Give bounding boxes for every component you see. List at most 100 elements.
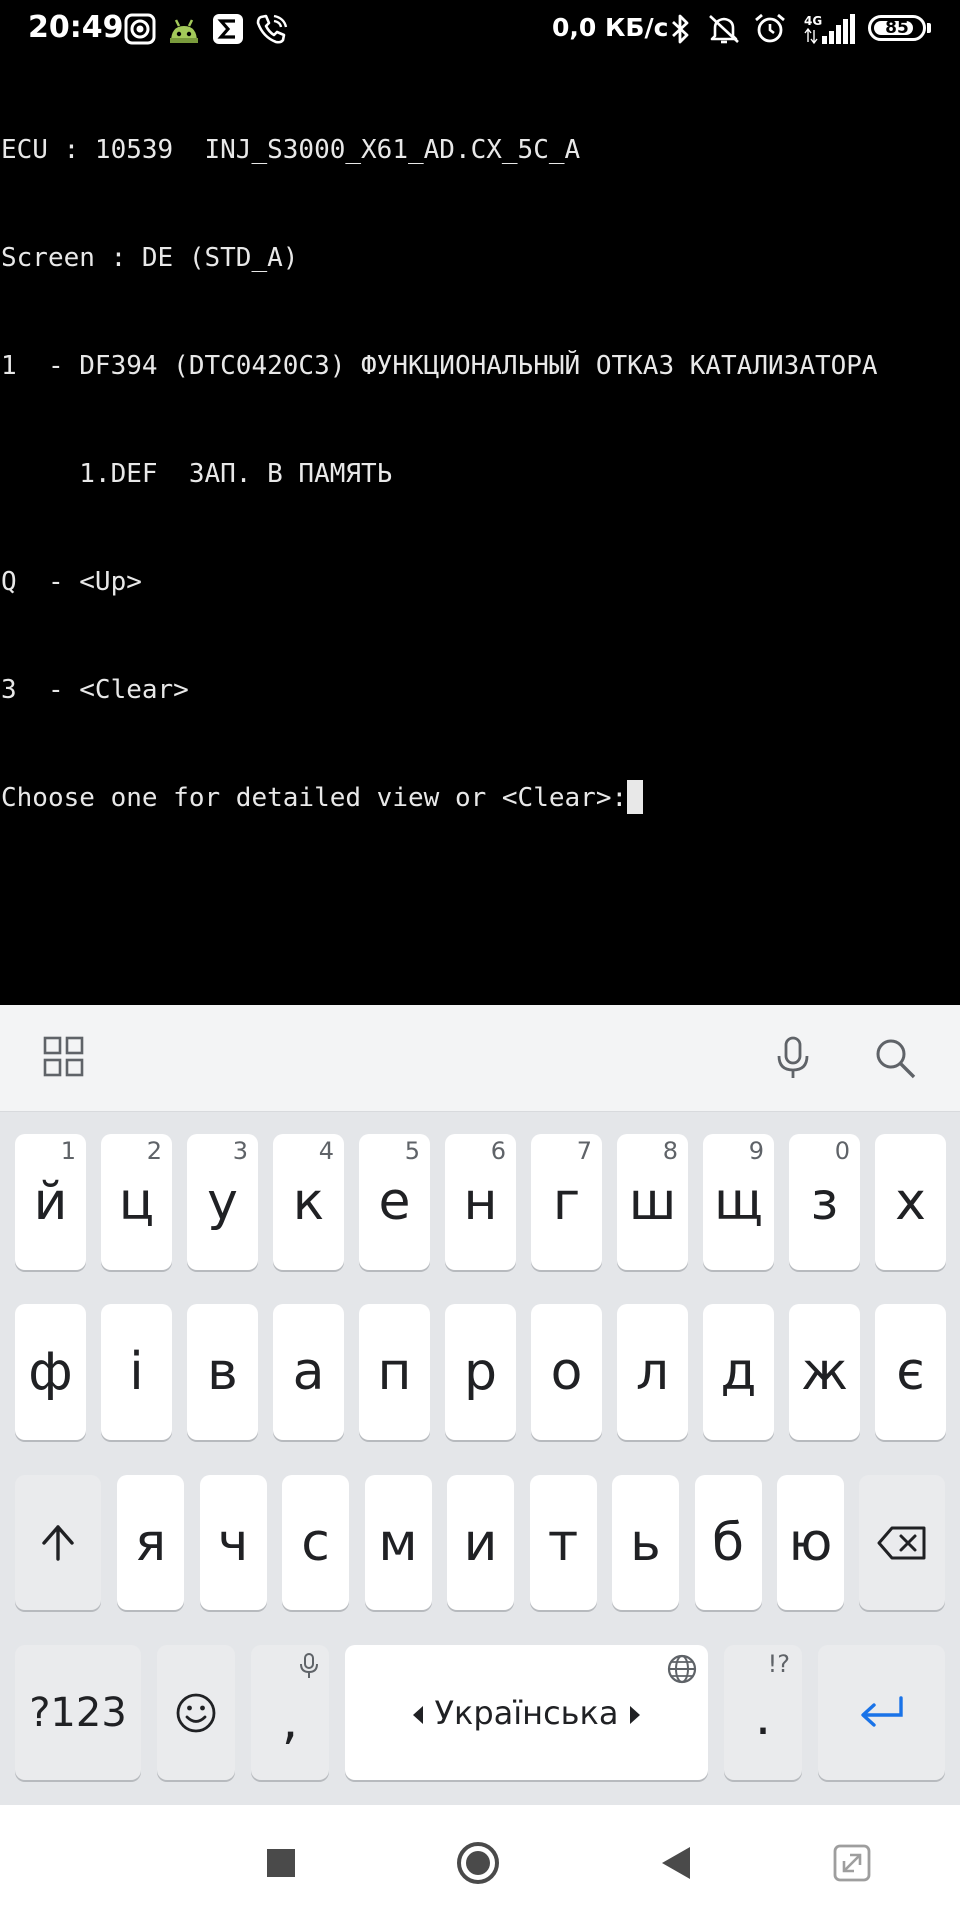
key-label: с — [301, 1512, 330, 1573]
key-number-hint: 1 — [60, 1137, 76, 1165]
voice-hint-icon — [300, 1653, 318, 1678]
backspace-key[interactable] — [859, 1475, 945, 1610]
screen-record-icon — [124, 13, 156, 45]
key-label: ь — [630, 1512, 661, 1573]
key-8-row2[interactable]: л — [617, 1304, 688, 1440]
android-icon — [170, 19, 198, 43]
key-4-row3[interactable]: м — [364, 1475, 432, 1610]
terminal-line-ecu: ECU : 10539 INJ_S3000_X61_AD.CX_5C_A — [1, 135, 581, 165]
key-number-hint: 4 — [318, 1137, 334, 1165]
key-3-row2[interactable]: в — [187, 1304, 258, 1440]
key-5-row2[interactable]: п — [359, 1304, 430, 1440]
key-number-hint: 5 — [404, 1137, 420, 1165]
space-bar[interactable]: Українська — [345, 1645, 708, 1780]
comma-key[interactable]: , — [251, 1645, 329, 1780]
bluetooth-icon — [672, 14, 689, 44]
status-time: 20:49 — [28, 10, 124, 45]
key-11-row1[interactable]: х — [875, 1134, 946, 1270]
key-label: я — [134, 1512, 167, 1573]
key-label: ш — [628, 1172, 677, 1232]
backspace-icon — [877, 1526, 926, 1560]
mute-icon — [709, 15, 739, 44]
key-1-row3[interactable]: я — [117, 1475, 184, 1610]
key-8-row1[interactable]: 8ш — [617, 1134, 688, 1270]
key-label: в — [207, 1342, 238, 1402]
terminal-line-screen: Screen : DE (STD_A) — [1, 243, 299, 273]
key-label: п — [377, 1342, 412, 1402]
key-label: м — [378, 1512, 418, 1573]
terminal-output[interactable]: ECU : 10539 INJ_S3000_X61_AD.CX_5C_A Scr… — [0, 60, 960, 1005]
key-6-row1[interactable]: 6н — [445, 1134, 516, 1270]
key-7-row3[interactable]: ь — [612, 1475, 679, 1610]
key-label: х — [895, 1172, 926, 1232]
key-1-row2[interactable]: ф — [15, 1304, 86, 1440]
enter-key[interactable] — [818, 1645, 945, 1780]
key-label: о — [550, 1342, 583, 1402]
key-2-row1[interactable]: 2ц — [101, 1134, 172, 1270]
key-7-row1[interactable]: 7г — [531, 1134, 602, 1270]
period-key[interactable]: !? . — [724, 1645, 802, 1780]
globe-icon — [667, 1654, 697, 1684]
key-label: з — [810, 1172, 839, 1232]
key-label: а — [292, 1342, 325, 1402]
key-5-row3[interactable]: и — [447, 1475, 514, 1610]
key-10-row2[interactable]: ж — [789, 1304, 860, 1440]
key-1-row1[interactable]: 1й — [15, 1134, 86, 1270]
back-triangle-icon[interactable] — [654, 1841, 698, 1885]
shift-key[interactable] — [15, 1475, 101, 1610]
key-number-hint: 8 — [662, 1137, 678, 1165]
microphone-icon[interactable] — [770, 1035, 816, 1081]
key-7-row2[interactable]: о — [531, 1304, 602, 1440]
key-2-row3[interactable]: ч — [199, 1475, 267, 1610]
key-4-row1[interactable]: 4к — [273, 1134, 344, 1270]
key-9-row2[interactable]: д — [703, 1304, 774, 1440]
key-label: к — [292, 1172, 325, 1232]
key-5-row1[interactable]: 5е — [359, 1134, 430, 1270]
battery-tip — [927, 23, 931, 33]
enter-arrow-icon — [861, 1696, 903, 1727]
apps-grid-icon[interactable] — [42, 1035, 88, 1081]
key-3-row3[interactable]: с — [282, 1475, 349, 1610]
key-label: у — [207, 1172, 238, 1232]
key-2-row2[interactable]: і — [101, 1304, 172, 1440]
language-next-icon — [630, 1706, 640, 1724]
symbols-key-label: ?123 — [29, 1689, 127, 1736]
screen-expand-icon[interactable] — [830, 1841, 874, 1885]
symbols-key[interactable]: ?123 — [15, 1645, 141, 1780]
search-icon[interactable] — [872, 1035, 918, 1081]
key-4-row2[interactable]: а — [273, 1304, 344, 1440]
key-11-row2[interactable]: є — [875, 1304, 946, 1440]
terminal-line-up: Q - <Up> — [1, 567, 142, 597]
key-10-row1[interactable]: 0з — [789, 1134, 860, 1270]
key-6-row3[interactable]: т — [529, 1475, 597, 1610]
signal-icon: 4G — [804, 14, 855, 45]
key-label: й — [33, 1172, 68, 1232]
status-bar: 20:49 0,0 КБ/с 4G 85 — [0, 0, 960, 58]
network-type: 4G — [804, 14, 822, 28]
text-cursor — [627, 780, 644, 814]
terminal-prompt-line[interactable]: Choose one for detailed view or <Clear>: — [0, 780, 960, 816]
recents-square-icon[interactable] — [259, 1841, 303, 1885]
on-screen-keyboard: 1й2ц3у4к5е6н7г8ш9щ0зх фівапролджє ячсмит… — [0, 1005, 960, 1805]
key-8-row3[interactable]: б — [694, 1475, 762, 1610]
emoji-smile-icon — [176, 1693, 216, 1733]
key-number-hint: 7 — [576, 1137, 592, 1165]
home-circle-icon[interactable] — [456, 1841, 500, 1885]
key-3-row1[interactable]: 3у — [187, 1134, 258, 1270]
key-9-row1[interactable]: 9щ — [703, 1134, 774, 1270]
key-label: и — [463, 1512, 498, 1573]
key-number-hint: 6 — [490, 1137, 506, 1165]
key-label: р — [463, 1342, 497, 1402]
key-6-row2[interactable]: р — [445, 1304, 516, 1440]
key-label: б — [711, 1512, 745, 1573]
key-label: т — [547, 1512, 579, 1573]
key-label: ю — [788, 1512, 833, 1573]
sigma-icon — [213, 14, 243, 44]
key-label: щ — [714, 1172, 763, 1232]
emoji-key[interactable] — [157, 1645, 235, 1780]
key-9-row3[interactable]: ю — [777, 1475, 844, 1610]
key-label: ф — [28, 1342, 73, 1402]
key-number-hint: 9 — [748, 1137, 764, 1165]
key-label: ж — [801, 1342, 848, 1402]
system-navigation-bar — [0, 1805, 960, 1920]
